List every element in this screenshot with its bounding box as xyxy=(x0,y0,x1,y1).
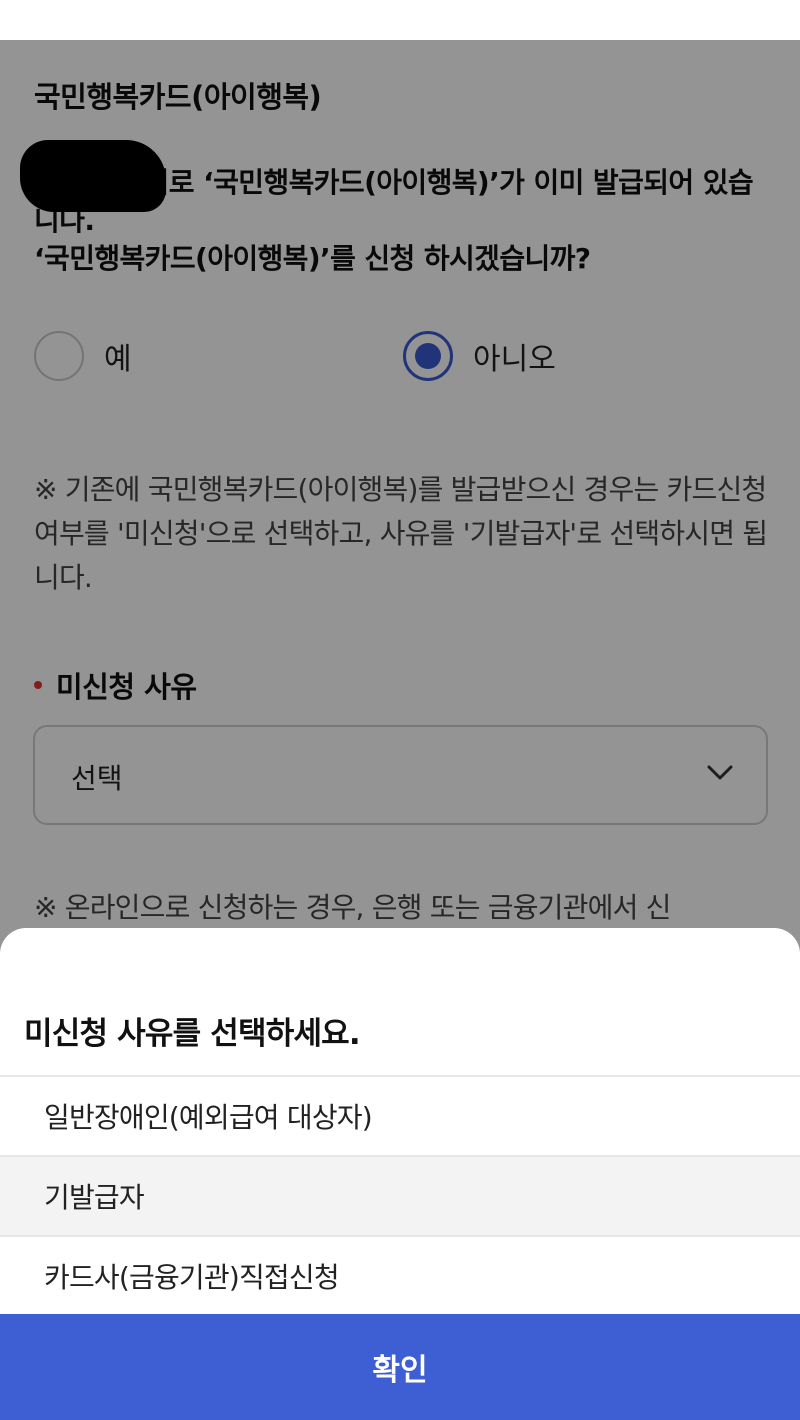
sheet-title: 미신청 사유를 선택하세요. xyxy=(24,1016,361,1052)
reason-option-list: 일반장애인(예외급여 대상자) 기발급자 카드사(금융기관)직접신청 xyxy=(0,1075,800,1317)
option-disabled-person[interactable]: 일반장애인(예외급여 대상자) xyxy=(0,1077,800,1157)
confirm-button[interactable]: 확인 xyxy=(0,1314,800,1420)
option-direct-apply[interactable]: 카드사(금융기관)직접신청 xyxy=(0,1237,800,1317)
reason-bottom-sheet: 미신청 사유를 선택하세요. 일반장애인(예외급여 대상자) 기발급자 카드사(… xyxy=(0,928,800,1420)
status-bar xyxy=(0,0,800,40)
option-already-issued[interactable]: 기발급자 xyxy=(0,1157,800,1237)
screen: 국민행복카드(아이행복) 의로 ‘국민행복카드(아이행복)’가 이미 발급되어 … xyxy=(0,0,800,1420)
